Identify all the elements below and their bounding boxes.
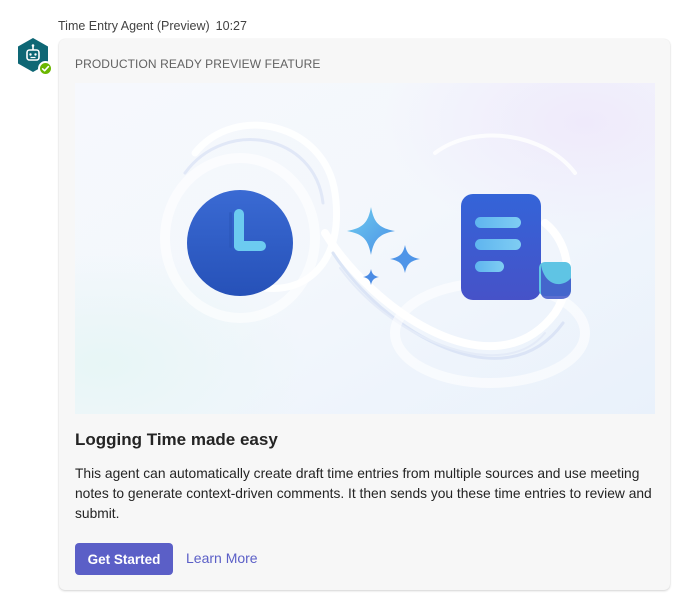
presence-available-icon: [38, 61, 53, 76]
hero-illustration: [75, 83, 655, 414]
adaptive-card: PRODUCTION READY PREVIEW FEATURE Logging…: [59, 39, 670, 590]
get-started-button[interactable]: Get Started: [75, 543, 173, 575]
sender-name[interactable]: Time Entry Agent (Preview): [58, 19, 210, 33]
learn-more-link[interactable]: Learn More: [186, 550, 258, 566]
card-title: Logging Time made easy: [75, 430, 278, 449]
card-description: This agent can automatically create draf…: [75, 466, 652, 521]
clock-icon: [187, 190, 293, 296]
message-header: Time Entry Agent (Preview) 10:27: [58, 19, 247, 33]
message-timestamp: 10:27: [215, 19, 247, 33]
preview-feature-label: PRODUCTION READY PREVIEW FEATURE: [75, 57, 321, 71]
